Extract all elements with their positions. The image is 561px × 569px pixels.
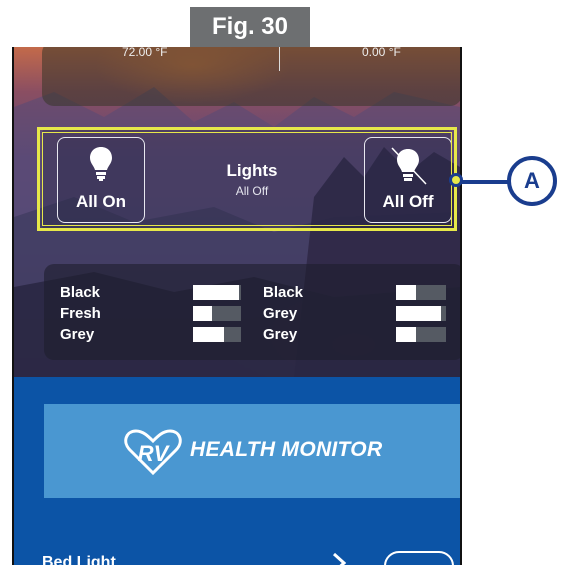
tank-row: Grey — [263, 303, 446, 324]
tank-row: Black — [263, 282, 446, 303]
tank-column-left: Black Fresh Grey — [60, 282, 241, 345]
temperature-right: 0.00 °F — [362, 47, 401, 59]
health-monitor-label: HEALTH MONITOR — [190, 438, 383, 461]
tank-row: Fresh — [60, 303, 241, 324]
temperature-left: 72.00 °F — [122, 47, 168, 59]
tank-name: Grey — [263, 326, 298, 343]
callout-line — [460, 180, 508, 184]
tank-level-bar — [193, 306, 241, 321]
chevron-right-icon[interactable] — [332, 552, 346, 565]
callout-dot — [449, 173, 463, 187]
temperature-card: 72.00 °F 0.00 °F — [42, 47, 460, 106]
temperature-divider — [279, 47, 280, 71]
figure-label: Fig. 30 — [190, 7, 310, 47]
tank-row: Grey — [60, 324, 241, 345]
tank-level-bar — [396, 327, 446, 342]
app-screen: 72.00 °F 0.00 °F All On Lights All Off A… — [12, 47, 462, 565]
tank-name: Grey — [60, 326, 95, 343]
tank-name: Grey — [263, 305, 298, 322]
tank-name: Fresh — [60, 305, 101, 322]
tank-level-bar — [193, 285, 241, 300]
callout-marker-a: A — [507, 156, 557, 206]
bed-light-toggle[interactable] — [384, 551, 454, 565]
tank-levels-card: Black Fresh Grey Black Grey Grey — [44, 264, 460, 360]
tank-level-bar — [396, 285, 446, 300]
rv-logo-text: RV — [138, 441, 171, 466]
tank-row: Black — [60, 282, 241, 303]
callout-highlight-inner — [42, 132, 452, 226]
rv-heart-logo-icon: RV — [124, 429, 182, 476]
tank-level-bar — [193, 327, 241, 342]
health-monitor-button[interactable]: RV HEALTH MONITOR — [44, 404, 460, 498]
tank-column-right: Black Grey Grey — [263, 282, 446, 345]
tank-row: Grey — [263, 324, 446, 345]
tank-name: Black — [263, 284, 304, 301]
tank-name: Black — [60, 284, 101, 301]
bed-light-label: Bed Light — [42, 554, 116, 565]
tank-level-bar — [396, 306, 446, 321]
